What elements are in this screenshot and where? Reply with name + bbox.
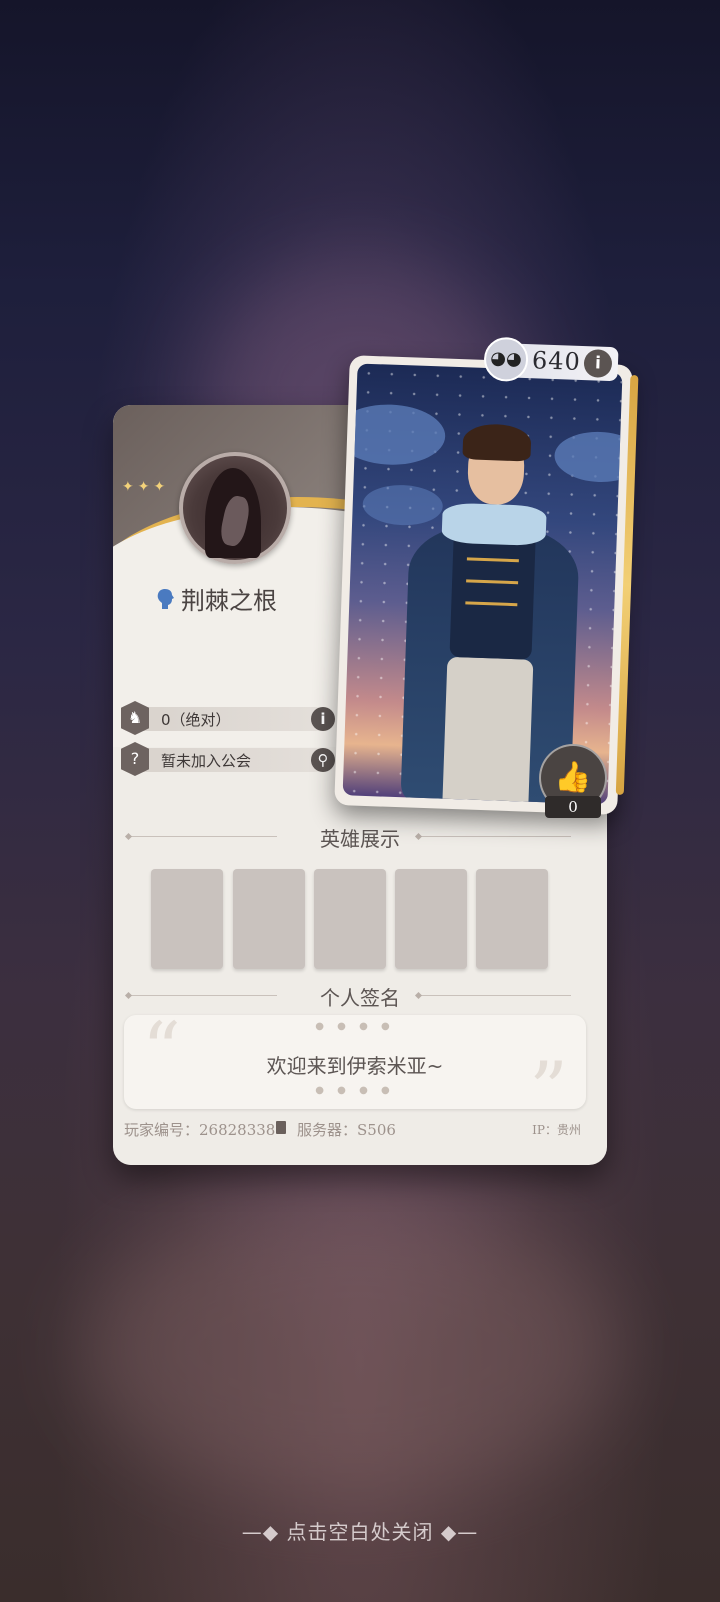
character-vest: [449, 526, 536, 660]
character-legs: [442, 656, 534, 805]
hero-slot[interactable]: [233, 869, 305, 969]
card-footer: 玩家编号：26828338 服务器：S506 IP：贵州: [113, 1116, 607, 1142]
background-glow: [80, 1200, 620, 1500]
hero-slot[interactable]: [476, 869, 548, 969]
rating-value: 640: [531, 346, 582, 376]
copy-icon[interactable]: [276, 1121, 286, 1134]
dots-decoration: ● ● ● ●: [315, 1021, 395, 1032]
divider: [419, 836, 571, 837]
signature-box: “ ” ● ● ● ● 欢迎来到伊索米亚~ ● ● ● ●: [124, 1005, 586, 1134]
rating-badge: ◕◕ 640 i: [483, 336, 619, 383]
character-portrait: [342, 363, 623, 805]
hero-slot[interactable]: [395, 869, 467, 969]
dots-decoration: ● ● ● ●: [315, 1085, 395, 1096]
player-id: 玩家编号：26828338: [124, 1121, 276, 1139]
divider: [419, 995, 571, 996]
male-profile-icon: [157, 588, 174, 609]
character-portrait-card[interactable]: [334, 355, 639, 815]
sparkle-icon: ✦✦✦: [122, 479, 170, 495]
hero-slot[interactable]: [314, 869, 386, 969]
info-icon[interactable]: i: [311, 707, 335, 731]
signature-text: 欢迎来到伊索米亚~: [266, 1054, 444, 1078]
like-count: 0: [545, 796, 601, 818]
heroes-section-title: 英雄展示: [320, 827, 400, 851]
server-label: 服务器：S506: [297, 1121, 396, 1139]
rank-badge-icon: ♞: [121, 701, 149, 735]
rank-stat-row: ♞ 0（绝对） i: [121, 701, 335, 735]
avatar[interactable]: [179, 452, 291, 564]
guild-badge-icon: ?: [121, 742, 149, 776]
player-name-row: 荆棘之根: [155, 581, 277, 616]
info-icon[interactable]: i: [583, 349, 613, 379]
mask-icon: ◕◕: [483, 336, 529, 383]
signature-section-title: 个人签名: [320, 986, 400, 1010]
hero-slot[interactable]: [151, 869, 223, 969]
guild-row: ? 暂未加入公会 ⚲: [121, 742, 335, 776]
ip-location: IP：贵州: [532, 1123, 581, 1137]
guild-status: 暂未加入公会: [161, 752, 252, 770]
rank-stat-value: 0（绝对）: [161, 711, 231, 729]
character-collar: [441, 502, 547, 547]
close-hint[interactable]: —◆ 点击空白处关闭 ◆—: [0, 1516, 720, 1545]
player-name: 荆棘之根: [181, 587, 277, 615]
search-icon[interactable]: ⚲: [311, 748, 335, 772]
